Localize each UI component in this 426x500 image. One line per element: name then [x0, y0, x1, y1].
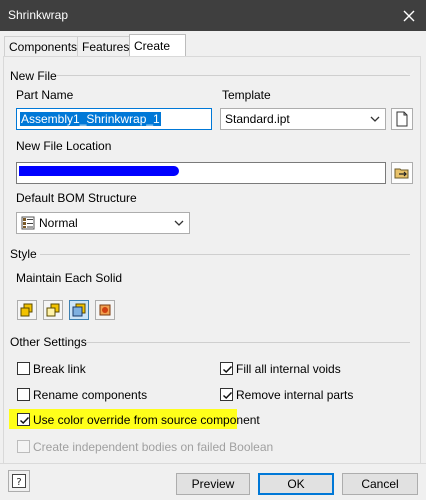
bom-structure-value: Normal — [39, 216, 78, 230]
preview-button[interactable]: Preview — [176, 473, 250, 495]
template-select[interactable]: Standard.ipt — [220, 108, 386, 130]
close-button[interactable] — [392, 0, 426, 31]
style-single-solid-button[interactable] — [17, 300, 37, 320]
bom-structure-label: Default BOM Structure — [16, 191, 137, 205]
remove-parts-label: Remove internal parts — [236, 388, 354, 402]
solid-style-icon — [20, 303, 33, 317]
style-single-composite-button[interactable] — [69, 300, 89, 320]
template-label: Template — [222, 88, 271, 102]
checkmark-icon — [222, 365, 233, 374]
folder-browse-icon — [394, 168, 409, 179]
style-heading: Style — [10, 247, 37, 261]
independent-bodies-checkbox[interactable] — [17, 440, 30, 453]
part-name-value: Assembly1_Shrinkwrap_1 — [20, 112, 161, 126]
new-file-heading: New File — [10, 69, 57, 83]
fill-voids-checkbox[interactable] — [220, 362, 233, 375]
svg-text:?: ? — [16, 477, 21, 488]
style-surface-button[interactable] — [95, 300, 115, 320]
new-file-divider — [56, 75, 410, 76]
other-settings-divider — [86, 342, 410, 343]
tab-components[interactable]: Components — [4, 36, 83, 57]
document-icon — [396, 111, 408, 127]
tab-create[interactable]: Create — [129, 34, 187, 58]
color-override-label: Use color override from source component — [33, 413, 260, 427]
title-bar: Shrinkwrap — [0, 0, 426, 31]
surface-icon — [99, 304, 111, 316]
part-name-input[interactable]: Assembly1_Shrinkwrap_1 — [16, 108, 212, 130]
help-button[interactable]: ? — [8, 470, 30, 492]
composite-icon — [72, 303, 86, 317]
multi-solid-icon — [46, 303, 60, 317]
new-file-location-input[interactable] — [16, 162, 386, 184]
template-browse-button[interactable] — [391, 108, 413, 130]
remove-parts-checkbox[interactable] — [220, 388, 233, 401]
new-file-location-label: New File Location — [16, 139, 112, 153]
help-icon: ? — [12, 474, 26, 488]
checkmark-icon — [19, 416, 30, 425]
window-title: Shrinkwrap — [8, 8, 69, 22]
checkmark-icon — [222, 391, 233, 400]
tab-create-label: Create — [134, 39, 171, 53]
independent-bodies-label: Create independent bodies on failed Bool… — [33, 440, 274, 454]
bom-icon — [21, 216, 35, 230]
rename-components-checkbox[interactable] — [17, 388, 30, 401]
footer-divider — [0, 463, 426, 464]
rename-components-label: Rename components — [33, 388, 148, 402]
tab-strip: Components Features Create — [0, 31, 426, 58]
maintain-each-solid-label: Maintain Each Solid — [16, 271, 123, 285]
other-settings-heading: Other Settings — [10, 335, 87, 349]
close-icon — [403, 10, 415, 21]
template-value: Standard.ipt — [225, 112, 290, 126]
style-divider — [40, 254, 410, 255]
break-link-checkbox[interactable] — [17, 362, 30, 375]
ok-button[interactable]: OK — [258, 473, 334, 495]
location-browse-button[interactable] — [391, 162, 413, 184]
tab-features[interactable]: Features — [77, 36, 135, 57]
chevron-down-icon — [370, 116, 380, 122]
break-link-label: Break link — [33, 362, 86, 376]
color-override-checkbox[interactable] — [17, 413, 30, 426]
style-maintain-each-solid-button[interactable] — [43, 300, 63, 320]
cancel-button[interactable]: Cancel — [342, 473, 418, 495]
bom-structure-select[interactable]: Normal — [16, 212, 190, 234]
fill-voids-label: Fill all internal voids — [236, 362, 341, 376]
part-name-label: Part Name — [16, 88, 74, 102]
redacted-path — [19, 166, 179, 176]
chevron-down-icon — [174, 220, 184, 226]
